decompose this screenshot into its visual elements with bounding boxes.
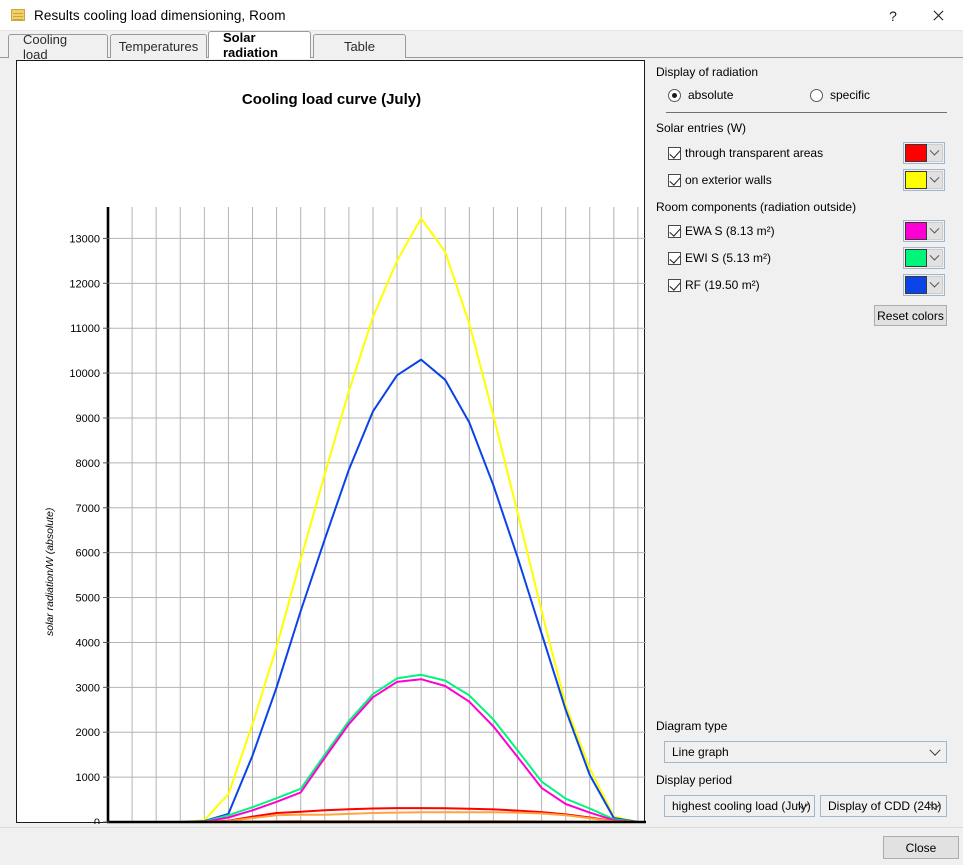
diagram-type-value: Line graph [672, 745, 729, 759]
chevron-down-icon [927, 171, 943, 189]
y-axis-title: solar radiation/W (absolute) [44, 508, 56, 636]
room-components-label: Room components (radiation outside) [656, 200, 857, 214]
color-picker-ewi-s[interactable] [903, 247, 945, 269]
svg-text:10000: 10000 [69, 368, 100, 380]
solar-entries-label: Solar entries (W) [656, 121, 747, 135]
svg-text:1000: 1000 [76, 772, 100, 784]
display-cdd-value: Display of CDD (24h) [828, 799, 942, 813]
tab-label: Table [343, 39, 376, 54]
diagram-type-label: Diagram type [656, 719, 728, 733]
chevron-down-icon [929, 744, 941, 756]
chevron-down-icon [927, 144, 943, 162]
reset-colors-button[interactable]: Reset colors [874, 305, 947, 326]
chevron-down-icon [927, 249, 943, 267]
window-icon [11, 9, 25, 21]
svg-text:2000: 2000 [76, 727, 100, 739]
reset-colors-label: Reset colors [877, 308, 944, 323]
svg-text:4000: 4000 [76, 637, 100, 649]
checkbox-indicator [668, 224, 681, 238]
tab-label: Cooling load [23, 31, 68, 62]
checkbox-label: RF (19.50 m²) [685, 278, 760, 292]
svg-text:12000: 12000 [69, 278, 100, 290]
checkbox-on-exterior-walls[interactable]: on exterior walls [668, 173, 772, 187]
chevron-down-icon [927, 276, 943, 294]
svg-text:11000: 11000 [70, 323, 100, 335]
checkbox-ewi-s[interactable]: EWI S (5.13 m²) [668, 251, 771, 265]
close-button-label: Close [905, 840, 937, 855]
tab-solar-radiation[interactable]: Solar radiation [208, 30, 311, 60]
tab-label: Solar radiation [223, 30, 278, 60]
svg-text:6000: 6000 [76, 548, 100, 560]
display-period-value: highest cooling load (July) [672, 799, 811, 813]
color-picker-ewa-s[interactable] [903, 220, 945, 242]
color-picker-on-exterior-walls[interactable] [903, 169, 945, 191]
checkbox-indicator [668, 278, 681, 292]
help-button[interactable]: ? [872, 0, 914, 31]
radio-specific-indicator [810, 88, 823, 102]
checkbox-indicator [668, 146, 681, 160]
svg-text:3000: 3000 [76, 682, 100, 694]
radio-absolute-label: absolute [688, 88, 734, 102]
svg-text:8000: 8000 [76, 458, 100, 470]
window-close-button[interactable] [917, 0, 959, 31]
chart-panel: Cooling load curve (July) 0 1000 2000 3000 4… [16, 60, 646, 824]
section-divider [666, 112, 947, 113]
radio-absolute[interactable]: absolute [668, 88, 733, 102]
checkbox-label: EWI S (5.13 m²) [685, 251, 772, 265]
display-period-label: Display period [656, 773, 733, 787]
checkbox-label: through transparent areas [685, 146, 824, 160]
display-cdd-select[interactable]: Display of CDD (24h) [820, 795, 947, 817]
cooling-load-chart: 0 1000 2000 3000 4000 5000 6000 7000 8000 9000 100… [44, 207, 646, 824]
svg-text:5000: 5000 [76, 593, 100, 605]
tab-temperatures[interactable]: Temperatures [110, 34, 207, 58]
settings-panel: Display of radiation absolute specific S… [655, 60, 947, 823]
color-picker-rf[interactable] [903, 274, 945, 296]
color-swatch [905, 222, 927, 240]
radio-specific-label: specific [830, 88, 871, 102]
checkbox-label: on exterior walls [685, 173, 772, 187]
close-dialog-button[interactable]: Close [883, 836, 959, 859]
tab-label: Temperatures [118, 39, 199, 54]
svg-text:9000: 9000 [76, 413, 100, 425]
question-mark-icon: ? [889, 7, 897, 24]
color-swatch [905, 249, 927, 267]
diagram-type-select[interactable]: Line graph [664, 741, 947, 763]
window-title-bar: Results cooling load dimensioning, Room … [0, 0, 963, 31]
radio-specific[interactable]: specific [810, 88, 870, 102]
close-icon [932, 9, 945, 22]
checkbox-indicator [668, 173, 681, 187]
radio-absolute-indicator [668, 88, 681, 102]
color-swatch [905, 276, 927, 294]
checkbox-ewa-s[interactable]: EWA S (8.13 m²) [668, 224, 775, 238]
svg-text:13000: 13000 [69, 233, 100, 245]
checkbox-through-transparent-areas[interactable]: through transparent areas [668, 146, 823, 160]
chevron-down-icon [927, 222, 943, 240]
color-picker-through-transparent-areas[interactable] [903, 142, 945, 164]
tab-bar: Cooling load Temperatures Solar radiatio… [0, 30, 963, 62]
tab-table[interactable]: Table [313, 34, 406, 58]
checkbox-rf[interactable]: RF (19.50 m²) [668, 278, 760, 292]
color-swatch [905, 144, 927, 162]
window-title: Results cooling load dimensioning, Room [34, 7, 286, 23]
display-of-radiation-label: Display of radiation [656, 65, 759, 79]
svg-text:0: 0 [94, 817, 100, 824]
tab-cooling-load[interactable]: Cooling load [8, 32, 108, 62]
display-period-select[interactable]: highest cooling load (July) [664, 795, 815, 817]
checkbox-label: EWA S (8.13 m²) [685, 224, 775, 238]
checkbox-indicator [668, 251, 681, 265]
y-axis-tick-labels: 0 1000 2000 3000 4000 5000 6000 7000 8000 9000 100… [69, 233, 109, 824]
svg-text:7000: 7000 [76, 503, 100, 515]
chart-gridlines [107, 207, 646, 822]
dialog-footer [0, 827, 963, 865]
color-swatch [905, 171, 927, 189]
